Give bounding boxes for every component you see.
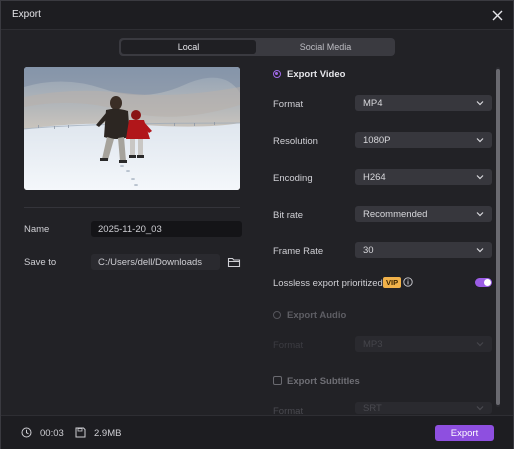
format-value: MP4 <box>363 97 383 109</box>
export-audio-radio[interactable] <box>273 311 281 319</box>
left-divider <box>24 207 240 208</box>
scrollbar-thumb[interactable] <box>496 69 500 405</box>
format-select[interactable]: MP4 <box>355 95 492 111</box>
save-to-label: Save to <box>24 257 57 268</box>
toggle-knob <box>484 279 491 286</box>
frame-rate-value: 30 <box>363 244 374 256</box>
resolution-label: Resolution <box>273 136 318 147</box>
chevron-down-icon <box>476 212 484 217</box>
subtitle-format-select[interactable]: SRT <box>355 402 492 414</box>
resolution-value: 1080P <box>363 134 391 146</box>
info-icon[interactable] <box>403 277 413 287</box>
name-input[interactable]: 2025-11-20_03 <box>91 221 242 237</box>
tab-bar: Local Social Media <box>119 38 395 56</box>
tab-local[interactable]: Local <box>121 40 256 54</box>
folder-icon <box>227 257 241 268</box>
save-path-input[interactable]: C:/Users/dell/Downloads <box>91 254 220 270</box>
lossless-toggle[interactable] <box>475 278 492 287</box>
export-audio-label: Export Audio <box>287 310 347 321</box>
vip-badge: VIP <box>383 277 402 288</box>
preview-image <box>24 67 240 190</box>
duration-text: 00:03 <box>40 428 64 439</box>
chevron-down-icon <box>476 342 484 347</box>
name-label: Name <box>24 224 50 235</box>
chevron-down-icon <box>476 248 484 253</box>
chevron-down-icon <box>476 406 484 411</box>
chevron-down-icon <box>476 101 484 106</box>
export-video-label: Export Video <box>287 69 346 80</box>
encoding-select[interactable]: H264 <box>355 169 492 185</box>
export-dialog: Export Local Social Media Name 2025-11-2… <box>0 0 514 449</box>
audio-format-value: MP3 <box>363 338 383 350</box>
export-video-radio[interactable] <box>273 70 281 78</box>
export-subtitles-checkbox[interactable] <box>273 376 282 385</box>
bit-rate-value: Recommended <box>363 208 428 220</box>
encoding-label: Encoding <box>273 173 313 184</box>
encoding-value: H264 <box>363 171 386 183</box>
file-size-text: 2.9MB <box>94 428 122 439</box>
export-subtitles-label: Export Subtitles <box>287 376 360 387</box>
audio-format-label: Format <box>273 340 304 351</box>
bit-rate-select[interactable]: Recommended <box>355 206 492 222</box>
subtitle-format-value: SRT <box>363 402 382 414</box>
chevron-down-icon <box>476 138 484 143</box>
close-button[interactable] <box>487 5 507 25</box>
dialog-title: Export <box>12 9 41 20</box>
bit-rate-label: Bit rate <box>273 210 304 221</box>
browse-folder-button[interactable] <box>227 255 241 269</box>
export-button[interactable]: Export <box>435 425 494 441</box>
frame-rate-label: Frame Rate <box>273 246 324 257</box>
resolution-select[interactable]: 1080P <box>355 132 492 148</box>
tab-social-media[interactable]: Social Media <box>258 40 393 54</box>
format-label: Format <box>273 99 304 110</box>
video-preview <box>24 67 240 190</box>
footer-bar: 00:03 2.9MB Export <box>1 415 513 449</box>
lossless-label: Lossless export prioritized <box>273 278 383 289</box>
title-bar: Export <box>1 1 513 30</box>
chevron-down-icon <box>476 175 484 180</box>
save-disk-icon <box>75 427 86 438</box>
close-icon <box>492 10 502 20</box>
frame-rate-select[interactable]: 30 <box>355 242 492 258</box>
audio-format-select[interactable]: MP3 <box>355 336 492 352</box>
clock-icon <box>21 427 32 438</box>
